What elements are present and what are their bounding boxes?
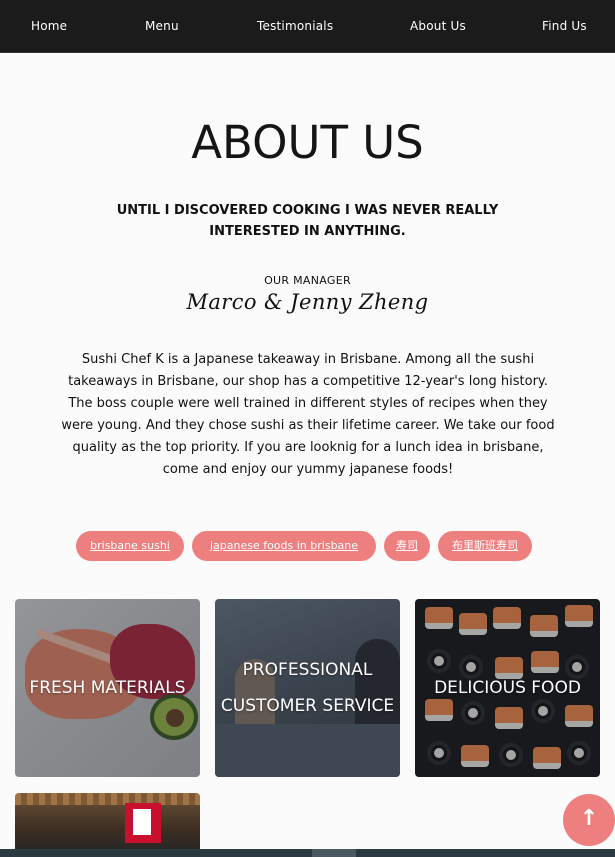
scroll-to-top-button[interactable]: ↑ [563,794,615,846]
tag-list: brisbane sushi japanese foods in brisban… [0,531,615,561]
shop-sign-mark [133,809,151,835]
bottom-bar-segment [312,849,356,857]
feature-delicious-label: DELICIOUS FOOD [434,678,581,698]
nav-menu-link[interactable]: Menu [145,19,179,33]
manager-label: OUR MANAGER [264,274,351,287]
nav-find-us-link[interactable]: Find Us [542,19,587,33]
page-title: ABOUT US [191,116,424,169]
shop-front-card[interactable] [15,793,200,857]
feature-card-service[interactable]: PROFESSIONAL CUSTOMER SERVICE [215,599,400,777]
feature-fresh-label: FRESH MATERIALS [29,678,186,698]
tag-brisbane-sushi[interactable]: brisbane sushi [76,531,184,561]
shop-awning [15,793,200,805]
manager-name: Marco & Jenny Zheng [186,290,429,314]
feature-card-delicious[interactable]: DELICIOUS FOOD [415,599,600,777]
tag-sushi-cn[interactable]: 寿司 [384,531,430,561]
tag-japanese-foods[interactable]: japanese foods in brisbane [192,531,376,561]
nav-testimonials-link[interactable]: Testimonials [257,19,333,33]
nav-about-us-link[interactable]: About Us [410,19,466,33]
about-subtitle: UNTIL I DISCOVERED COOKING I WAS NEVER R… [116,203,499,239]
about-description: Sushi Chef K is a Japanese takeaway in B… [61,352,555,477]
tag-brisbane-sushi-cn[interactable]: 布里斯班寿司 [438,531,532,561]
arrow-up-icon: ↑ [579,806,599,831]
bottom-bar [0,849,615,857]
nav-home-link[interactable]: Home [31,19,67,33]
feature-service-label: PROFESSIONAL CUSTOMER SERVICE [220,660,395,716]
top-nav: Home Menu Testimonials About Us Find Us [0,0,615,53]
feature-card-fresh[interactable]: FRESH MATERIALS [15,599,200,777]
